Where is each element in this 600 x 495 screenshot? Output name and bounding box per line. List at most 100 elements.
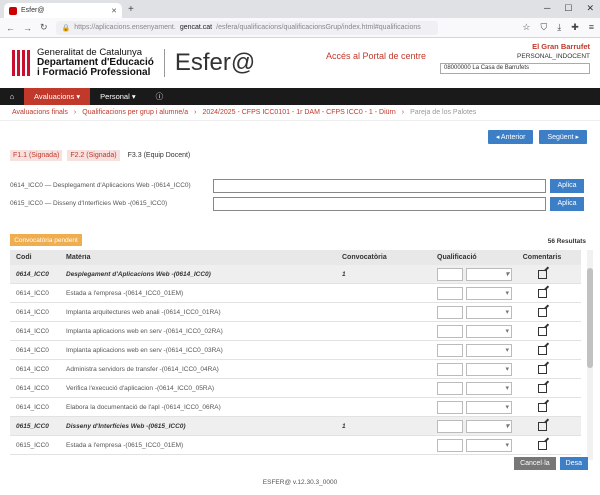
grade-select[interactable]	[466, 343, 512, 357]
grade-select[interactable]	[466, 267, 512, 281]
cell-codi: 0614_ICC0	[16, 308, 49, 316]
grade-select[interactable]	[466, 381, 512, 395]
user-panel: El Gran Barrufet PERSONAL_INDOCENT 08000…	[440, 42, 590, 74]
grade-input[interactable]	[437, 305, 463, 319]
menu-icon[interactable]: ≡	[589, 22, 594, 33]
cell-codi: 0614_ICC0	[16, 346, 49, 354]
user-role: PERSONAL_INDOCENT	[517, 53, 590, 60]
browser-tab[interactable]: Esfer@ ✕	[4, 3, 122, 18]
url-field[interactable]: 🔒 https://aplicacions.ensenyament. gencat…	[55, 20, 438, 35]
grade-input[interactable]	[437, 419, 463, 433]
pager-buttons: ◂ Anterior Següent ▸	[487, 130, 587, 144]
download-icon[interactable]: ⤓	[557, 22, 561, 33]
edit-comment-icon[interactable]	[537, 326, 547, 336]
apply-button[interactable]: Aplica	[550, 178, 584, 193]
grade-select[interactable]	[466, 362, 512, 376]
maximize-icon[interactable]: ☐	[564, 3, 572, 14]
edit-comment-icon[interactable]	[537, 383, 547, 393]
pending-badge[interactable]: Convocatòria pendent	[10, 234, 82, 246]
portal-link[interactable]: Accés al Portal de centre	[326, 51, 426, 61]
grade-input[interactable]	[437, 324, 463, 338]
filter-input[interactable]	[213, 178, 546, 193]
results-count: 56 Resultats	[547, 238, 586, 245]
new-tab-icon[interactable]: +	[128, 4, 134, 15]
edit-comment-icon[interactable]	[537, 421, 547, 431]
breadcrumb-sep: ›	[194, 109, 197, 116]
filter-input[interactable]	[213, 196, 546, 211]
tab-f2[interactable]: F2.2 (Signada)	[67, 150, 120, 161]
next-button[interactable]: Següent ▸	[539, 130, 587, 144]
url-host: gencat.cat	[179, 24, 213, 31]
shield-icon[interactable]: ⛉	[540, 22, 547, 33]
nav-item-avaluacions[interactable]: Avaluacions ▾	[24, 88, 91, 105]
grade-select[interactable]	[466, 419, 512, 433]
breadcrumb-item[interactable]: 2024/2025 - CFPS ICC0101 - 1r DAM - CFPS…	[202, 109, 395, 116]
previous-button[interactable]: ◂ Anterior	[487, 130, 534, 144]
apply-button[interactable]: Aplica	[550, 196, 584, 211]
grade-input[interactable]	[437, 400, 463, 414]
cell-codi: 0615_ICC0	[16, 422, 49, 430]
cell-materia: Disseny d'Interfícies Web -(0615_ICC0)	[66, 422, 186, 430]
close-window-icon[interactable]: ✕	[586, 3, 594, 14]
user-name[interactable]: El Gran Barrufet	[440, 42, 590, 51]
version-footer: ESFER@ v.12.30.3_0000	[262, 479, 338, 486]
edit-comment-icon[interactable]	[537, 288, 547, 298]
center-select[interactable]: 08000000 La Casa de Barrufets	[440, 63, 590, 74]
breadcrumb: Avaluacions finals › Qualificacions per g…	[0, 105, 600, 121]
minimize-icon[interactable]: ─	[544, 3, 550, 14]
gencat-logo[interactable]: Generalitat de Catalunya Departament d'E…	[12, 48, 154, 78]
cancel-button[interactable]: Cancel·la	[514, 457, 556, 470]
extensions-icon[interactable]: ✚	[571, 22, 579, 33]
table-row: 0614_ICC0 Estada a l'empresa -(0614_ICC0_…	[10, 284, 581, 303]
cell-materia: Estada a l'empresa -(0614_ICC0_01EM)	[66, 289, 184, 297]
edit-comment-icon[interactable]	[537, 364, 547, 374]
filter-row: 0615_ICC0 — Disseny d'Interfícies Web -(…	[10, 196, 588, 211]
grade-select[interactable]	[466, 305, 512, 319]
browser-tools: ☆ ⛉ ⤓ ✚ ≡	[522, 22, 594, 33]
breadcrumb-item[interactable]: Qualificacions per grup i alumne/a	[82, 109, 188, 116]
col-convocatoria: Convocatòria	[342, 254, 387, 261]
breadcrumb-item[interactable]: Avaluacions finals	[12, 109, 68, 116]
edit-comment-icon[interactable]	[537, 269, 547, 279]
window-controls: ─ ☐ ✕	[544, 3, 594, 14]
info-icon[interactable]: ⓘ	[146, 88, 174, 105]
table-row: 0614_ICC0 Verifica l'execució d'aplicacio…	[10, 379, 581, 398]
grade-select[interactable]	[466, 324, 512, 338]
url-prefix: https://aplicacions.ensenyament.	[74, 24, 176, 31]
cell-materia: Estada a l'empresa -(0615_ICC0_01EM)	[66, 441, 184, 449]
app-header: Generalitat de Catalunya Departament d'E…	[0, 38, 600, 88]
grade-input[interactable]	[437, 362, 463, 376]
gencat-line3: i Formació Professional	[37, 67, 151, 78]
edit-comment-icon[interactable]	[537, 440, 547, 450]
col-qualificacio: Qualificació	[437, 254, 477, 261]
scrollbar[interactable]	[587, 250, 593, 460]
grade-input[interactable]	[437, 267, 463, 281]
cell-convocatoria: 1	[342, 422, 346, 430]
table-body: 0614_ICC0 Desplegament d'Aplicacions Web …	[10, 265, 581, 455]
reload-icon[interactable]: ↻	[40, 22, 48, 33]
grade-select[interactable]	[466, 400, 512, 414]
table-row: 0614_ICC0 Implanta arquitectures web anal…	[10, 303, 581, 322]
scrollbar-thumb[interactable]	[587, 268, 593, 368]
grade-input[interactable]	[437, 438, 463, 452]
cell-materia: Implanta arquitectures web anali -(0614_…	[66, 308, 221, 316]
grade-select[interactable]	[466, 438, 512, 452]
back-icon[interactable]: ←	[6, 23, 15, 33]
home-icon[interactable]: ⌂	[0, 88, 24, 105]
nav-item-personal[interactable]: Personal ▾	[90, 88, 145, 105]
grade-input[interactable]	[437, 286, 463, 300]
forward-icon[interactable]: →	[23, 23, 32, 33]
tab-f1[interactable]: F1.1 (Signada)	[10, 150, 63, 161]
browser-tabbar: Esfer@ ✕ + ─ ☐ ✕	[0, 0, 600, 18]
col-comentaris: Comentaris	[522, 254, 562, 261]
star-icon[interactable]: ☆	[522, 22, 530, 33]
edit-comment-icon[interactable]	[537, 345, 547, 355]
grade-input[interactable]	[437, 343, 463, 357]
edit-comment-icon[interactable]	[537, 307, 547, 317]
tab-f3[interactable]: F3.3 (Equip Docent)	[124, 150, 194, 161]
edit-comment-icon[interactable]	[537, 402, 547, 412]
close-tab-icon[interactable]: ✕	[111, 7, 117, 15]
save-button[interactable]: Desa	[559, 457, 588, 470]
grade-input[interactable]	[437, 381, 463, 395]
grade-select[interactable]	[466, 286, 512, 300]
